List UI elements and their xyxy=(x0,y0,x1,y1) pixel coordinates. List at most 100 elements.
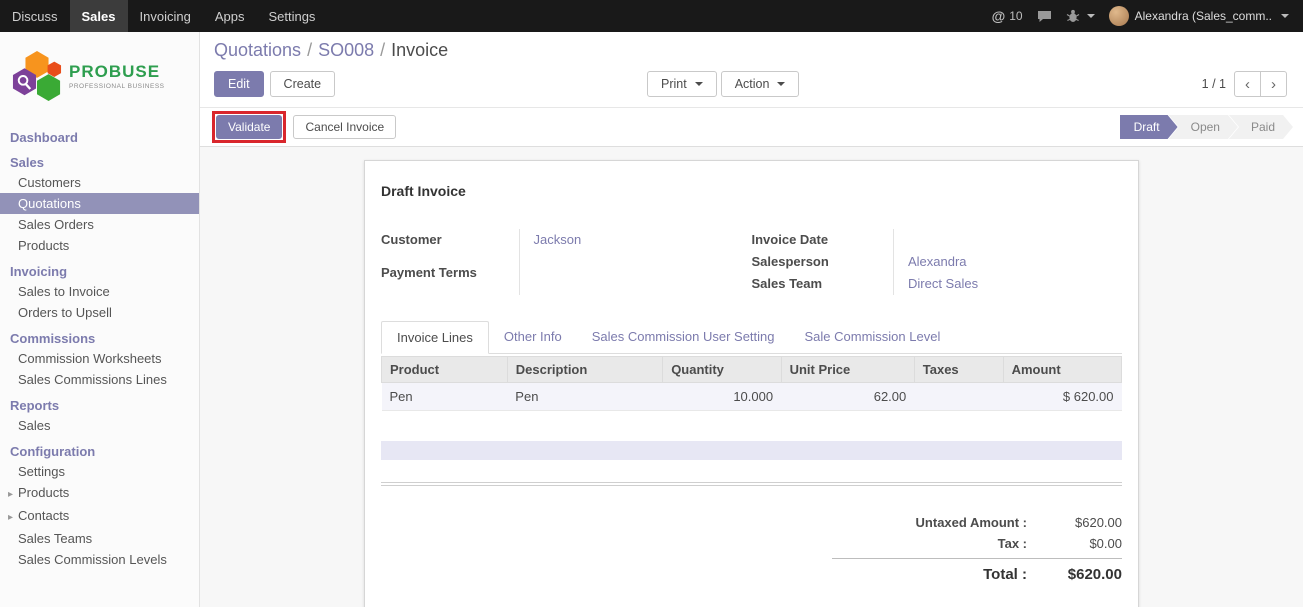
pager-next-button[interactable]: › xyxy=(1260,71,1287,97)
invoice-line-row[interactable]: Pen Pen 10.000 62.00 $ 620.00 xyxy=(382,383,1122,411)
state-paid[interactable]: Paid xyxy=(1229,115,1293,139)
sidebar-item-label: Contacts xyxy=(18,508,69,523)
main-content: Quotations/SO008/Invoice Edit Create Pri… xyxy=(200,32,1303,607)
cell-amount[interactable]: $ 620.00 xyxy=(1003,383,1121,411)
column-amount[interactable]: Amount xyxy=(1003,357,1121,383)
logo-subtitle: PROFESSIONAL BUSINESS xyxy=(69,83,165,90)
action-label: Action xyxy=(735,77,770,91)
invoice-lines-table: Product Description Quantity Unit Price … xyxy=(381,356,1122,411)
column-description[interactable]: Description xyxy=(507,357,662,383)
sidebar-item-sales-teams[interactable]: Sales Teams xyxy=(0,528,199,549)
untaxed-amount-label: Untaxed Amount : xyxy=(916,515,1027,530)
salesperson-value[interactable]: Alexandra xyxy=(894,251,1123,273)
logo-title: PROBUSE xyxy=(69,63,165,80)
user-menu[interactable]: Alexandra (Sales_comm.. xyxy=(1109,6,1289,26)
sidebar-item-reports-sales[interactable]: Sales xyxy=(0,415,199,436)
breadcrumb-so008[interactable]: SO008 xyxy=(318,40,374,60)
total-label: Total : xyxy=(983,566,1027,583)
app-logo: PROBUSE PROFESSIONAL BUSINESS xyxy=(0,32,199,122)
print-dropdown[interactable]: Print xyxy=(647,71,717,97)
sidebar-item-commission-worksheets[interactable]: Commission Worksheets xyxy=(0,348,199,369)
avatar xyxy=(1109,6,1129,26)
sidebar-item-config-products[interactable]: ▸Products xyxy=(0,482,199,505)
probuse-logo-icon xyxy=(12,48,62,104)
state-open[interactable]: Open xyxy=(1169,115,1238,139)
tab-sales-commission-user-setting[interactable]: Sales Commission User Setting xyxy=(577,321,790,353)
nav-discuss[interactable]: Discuss xyxy=(0,0,70,32)
customer-value[interactable]: Jackson xyxy=(519,229,752,262)
tab-invoice-lines[interactable]: Invoice Lines xyxy=(381,321,489,354)
sidebar-section-invoicing[interactable]: Invoicing xyxy=(0,262,199,281)
sidebar-section-configuration[interactable]: Configuration xyxy=(0,442,199,461)
control-panel-buttons: Edit Create Print Action 1 / 1 ‹ › xyxy=(214,71,1287,97)
sidebar-item-customers[interactable]: Customers xyxy=(0,172,199,193)
logo-text: PROBUSE PROFESSIONAL BUSINESS xyxy=(69,63,165,90)
sales-team-label: Sales Team xyxy=(752,273,894,295)
sidebar-item-settings[interactable]: Settings xyxy=(0,461,199,482)
table-header-row: Product Description Quantity Unit Price … xyxy=(382,357,1122,383)
chevron-down-icon xyxy=(777,82,785,86)
notebook-tabs: Invoice Lines Other Info Sales Commissio… xyxy=(381,321,1122,354)
sidebar-menu: Dashboard Sales Customers Quotations Sal… xyxy=(0,128,199,570)
chevron-down-icon xyxy=(1281,14,1289,18)
sidebar-item-orders-to-upsell[interactable]: Orders to Upsell xyxy=(0,302,199,323)
cell-taxes[interactable] xyxy=(914,383,1003,411)
invoice-date-value xyxy=(894,229,1123,251)
column-quantity[interactable]: Quantity xyxy=(663,357,781,383)
customer-label: Customer xyxy=(381,229,519,262)
edit-button[interactable]: Edit xyxy=(214,71,264,97)
sidebar-item-quotations[interactable]: Quotations xyxy=(0,193,199,214)
sidebar-item-products[interactable]: Products xyxy=(0,235,199,256)
expand-arrow-icon: ▸ xyxy=(8,509,18,526)
sidebar-section-sales[interactable]: Sales xyxy=(0,153,199,172)
breadcrumb-current: Invoice xyxy=(391,40,448,60)
column-taxes[interactable]: Taxes xyxy=(914,357,1003,383)
breadcrumb: Quotations/SO008/Invoice xyxy=(214,40,1287,61)
messages-button[interactable] xyxy=(1037,10,1052,23)
statusbar: Validate Cancel Invoice Draft Open Paid xyxy=(200,107,1303,147)
bug-icon xyxy=(1066,9,1080,23)
breadcrumb-quotations[interactable]: Quotations xyxy=(214,40,301,60)
pager-value[interactable]: 1 / 1 xyxy=(1202,77,1226,91)
user-name: Alexandra (Sales_comm.. xyxy=(1135,9,1272,23)
control-panel: Quotations/SO008/Invoice Edit Create Pri… xyxy=(200,32,1303,107)
state-draft[interactable]: Draft xyxy=(1120,115,1178,139)
cell-unit-price[interactable]: 62.00 xyxy=(781,383,914,411)
debug-bug-button[interactable] xyxy=(1066,9,1095,23)
at-icon: @ xyxy=(992,8,1006,24)
cell-quantity[interactable]: 10.000 xyxy=(663,383,781,411)
column-unit-price[interactable]: Unit Price xyxy=(781,357,914,383)
mentions-button[interactable]: @ 10 xyxy=(992,8,1023,24)
total-value: $620.00 xyxy=(1027,566,1122,583)
tab-other-info[interactable]: Other Info xyxy=(489,321,577,353)
action-dropdown[interactable]: Action xyxy=(721,71,800,97)
sidebar-item-sales-orders[interactable]: Sales Orders xyxy=(0,214,199,235)
sidebar-item-sales-to-invoice[interactable]: Sales to Invoice xyxy=(0,281,199,302)
print-label: Print xyxy=(661,77,687,91)
column-product[interactable]: Product xyxy=(382,357,508,383)
cell-description[interactable]: Pen xyxy=(507,383,662,411)
sidebar-section-reports[interactable]: Reports xyxy=(0,396,199,415)
pager-previous-button[interactable]: ‹ xyxy=(1234,71,1261,97)
sidebar-item-config-contacts[interactable]: ▸Contacts xyxy=(0,505,199,528)
untaxed-amount-row: Untaxed Amount : $620.00 xyxy=(832,512,1122,533)
nav-sales[interactable]: Sales xyxy=(70,0,128,32)
nav-settings[interactable]: Settings xyxy=(256,0,327,32)
totals: Untaxed Amount : $620.00 Tax : $0.00 Tot… xyxy=(832,512,1122,586)
cell-product[interactable]: Pen xyxy=(382,383,508,411)
cancel-invoice-button[interactable]: Cancel Invoice xyxy=(293,115,396,139)
sidebar-section-commissions[interactable]: Commissions xyxy=(0,329,199,348)
nav-invoicing[interactable]: Invoicing xyxy=(128,0,203,32)
create-button[interactable]: Create xyxy=(270,71,336,97)
nav-apps[interactable]: Apps xyxy=(203,0,257,32)
validate-button[interactable]: Validate xyxy=(216,115,282,139)
tab-sale-commission-level[interactable]: Sale Commission Level xyxy=(790,321,956,353)
chevron-down-icon xyxy=(695,82,703,86)
sidebar-item-sales-commission-levels[interactable]: Sales Commission Levels xyxy=(0,549,199,570)
sidebar-section-dashboard[interactable]: Dashboard xyxy=(0,128,199,147)
sidebar-item-sales-commissions-lines[interactable]: Sales Commissions Lines xyxy=(0,369,199,390)
separator-line xyxy=(381,482,1122,486)
sales-team-value[interactable]: Direct Sales xyxy=(894,273,1123,295)
total-row: Total : $620.00 xyxy=(832,558,1122,586)
topbar-right: @ 10 Alexandra (Sales_comm.. xyxy=(992,0,1303,32)
